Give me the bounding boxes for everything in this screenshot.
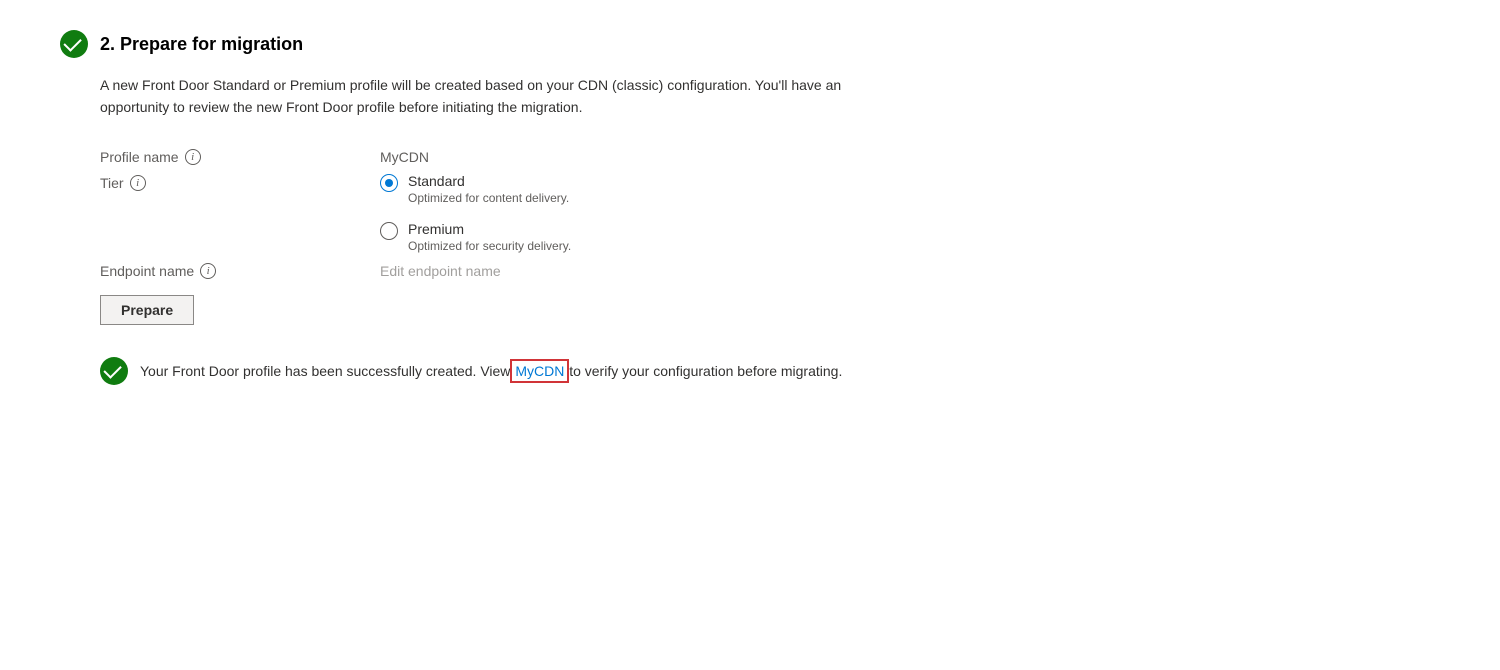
standard-tier-name: Standard [408, 173, 569, 189]
endpoint-name-label: Endpoint name i [100, 261, 380, 279]
migration-section: 2. Prepare for migration A new Front Doo… [60, 30, 1440, 385]
tier-options: Standard Optimized for content delivery.… [380, 173, 571, 253]
tier-row: Tier i Standard Optimized for content de… [100, 173, 1440, 253]
section-title: 2. Prepare for migration [100, 34, 303, 55]
profile-name-row: Profile name i MyCDN [100, 147, 1440, 165]
mycdn-link[interactable]: MyCDN [514, 363, 565, 379]
section-header: 2. Prepare for migration [60, 30, 1440, 58]
success-row: Your Front Door profile has been success… [100, 357, 1440, 385]
endpoint-name-value: Edit endpoint name [380, 261, 501, 279]
step-complete-icon [60, 30, 88, 58]
success-check-icon [100, 357, 128, 385]
success-message: Your Front Door profile has been success… [140, 363, 842, 379]
premium-tier-text: Premium Optimized for security delivery. [408, 221, 571, 253]
standard-tier-description: Optimized for content delivery. [408, 191, 569, 205]
endpoint-name-row: Endpoint name i Edit endpoint name [100, 261, 1440, 279]
standard-radio[interactable] [380, 174, 398, 192]
tier-label: Tier i [100, 173, 380, 191]
section-description: A new Front Door Standard or Premium pro… [100, 74, 1000, 119]
premium-tier-name: Premium [408, 221, 571, 237]
tier-info-icon[interactable]: i [130, 175, 146, 191]
tier-option-standard[interactable]: Standard Optimized for content delivery. [380, 173, 571, 205]
premium-tier-description: Optimized for security delivery. [408, 239, 571, 253]
prepare-button[interactable]: Prepare [100, 295, 194, 325]
profile-name-info-icon[interactable]: i [185, 149, 201, 165]
endpoint-name-info-icon[interactable]: i [200, 263, 216, 279]
standard-radio-inner [385, 179, 393, 187]
premium-radio[interactable] [380, 222, 398, 240]
profile-name-value: MyCDN [380, 147, 429, 165]
standard-tier-text: Standard Optimized for content delivery. [408, 173, 569, 205]
profile-name-label: Profile name i [100, 147, 380, 165]
form-section: Profile name i MyCDN Tier i Standard O [100, 147, 1440, 385]
tier-option-premium[interactable]: Premium Optimized for security delivery. [380, 221, 571, 253]
